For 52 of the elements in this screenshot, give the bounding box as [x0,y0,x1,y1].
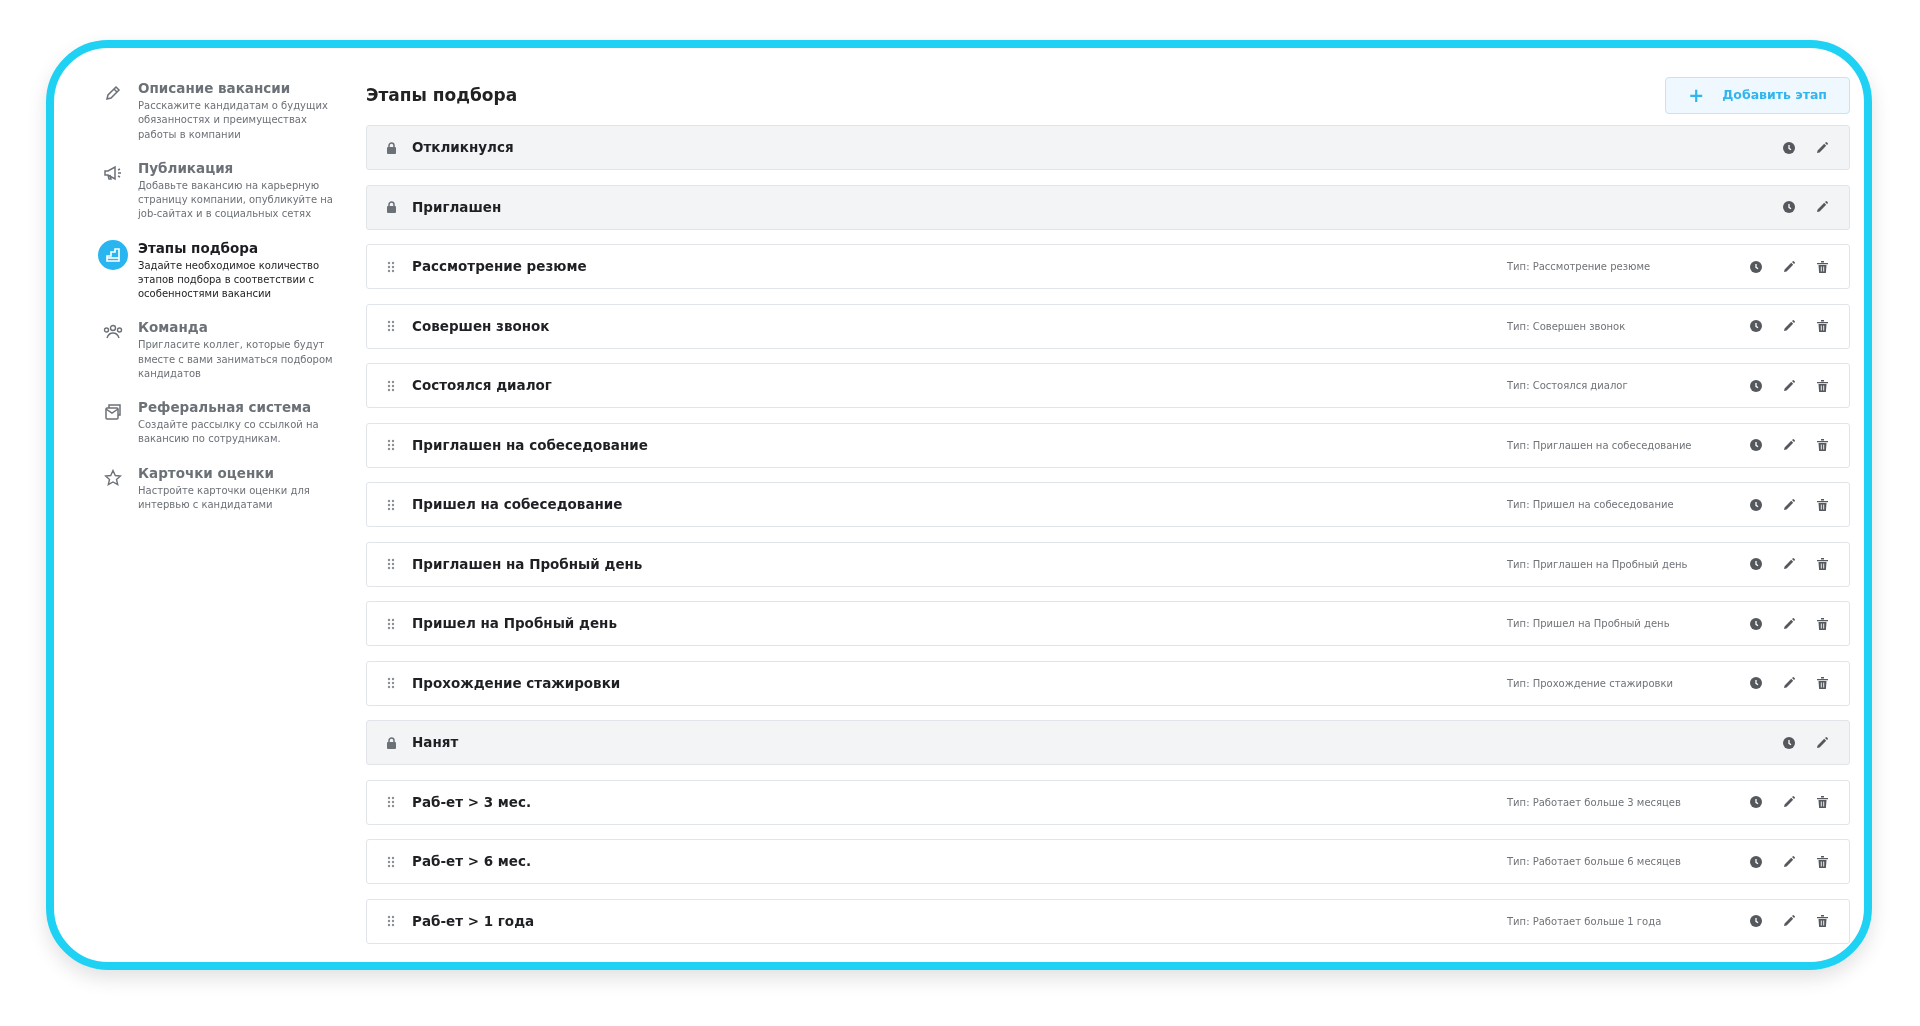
sidebar-item-description: Пригласите коллег, которые будут вместе с вами заниматься подбором кандидатов [138,338,334,381]
sidebar-item-title: Этапы подбора [138,239,260,256]
page-title: Этапы подбора [366,84,518,106]
clock-icon[interactable] [1747,317,1765,335]
sidebar-item-title: Команда [138,319,209,336]
sidebar-item-title: Реферальная система [138,399,313,416]
sidebar-item-description: Добавьте вакансию на карьерную страницу компании, опубликуйте на job-сайтах и в социальных сетях [138,178,334,222]
sidebar-item[interactable]: Команда Пригласите коллег, которые будут вместе с вами заниматься подбором кандидатов [100,319,340,381]
stage-name: Пришел на Пробный день [412,614,618,634]
clock-icon[interactable] [1747,555,1765,573]
sidebar-item[interactable]: Этапы подбора Задайте необходимое количество этапов подбора в соответствии с особенностями вакансии [100,239,340,302]
clock-icon[interactable] [1747,436,1765,454]
clock-icon[interactable] [1747,674,1765,692]
stage-type: Тип: Состоялся диалог [1507,379,1629,393]
stage-type: Тип: Пришел на собеседование [1507,498,1675,512]
stage-name: Рассмотрение резюме [412,257,588,277]
sidebar-item-description: Задайте необходимое количество этапов подбора в соответствии с особенностями вакансии [138,258,321,302]
stage-name: Пришел на собеседование [412,495,624,515]
stage-name: Прохождение стажировки [412,673,622,693]
sidebar-item[interactable]: Карточки оценки Настройте карточки оценки для интервью с кандидатами [100,464,340,513]
stage-name: Приглашен [412,197,503,217]
sidebar-item[interactable]: Реферальная система Создайте рассылку со ссылкой на вакансию по сотрудникам. [100,399,340,447]
stage-name: Приглашен на Пробный день [412,554,644,574]
sidebar-item-title: Публикация [138,159,235,176]
sidebar-item[interactable]: Описание вакансии Расскажите кандидатам о будущих обязанностях и преимуществах работы в компании [100,80,340,142]
sidebar-item-description: Расскажите кандидатам о будущих обязанностях и преимуществах работы в компании [138,99,329,142]
sidebar-item-title: Описание вакансии [138,80,292,97]
clock-icon[interactable] [1747,793,1765,811]
stage-type: Тип: Прохождение стажировки [1507,676,1674,691]
stage-name: Раб-ет > 3 мес. [412,792,533,812]
stage-type: Тип: Приглашен на собеседование [1507,438,1693,453]
sidebar-item[interactable]: Публикация Добавьте вакансию на карьерную страницу компании, опубликуйте на job-сайтах и в социальных сетях [100,159,340,222]
stage-name: Нанят [412,733,460,753]
clock-icon[interactable] [1780,198,1798,216]
stage-type: Тип: Пришел на Пробный день [1507,617,1671,631]
stage-type: Тип: Совершен звонок [1507,319,1627,334]
stage-type: Тип: Рассмотрение резюме [1507,260,1652,274]
stage-type: Тип: Приглашен на Пробный день [1507,557,1689,572]
stage-name: Приглашен на собеседование [412,435,649,455]
stage-name: Откликнулся [412,138,515,158]
stage-name: Раб-ет > 6 мес. [412,852,533,872]
stage-name: Раб-ет > 1 года [412,911,536,931]
sidebar-item-title: Карточки оценки [138,464,275,481]
clock-icon[interactable] [1747,912,1765,930]
stage-type: Тип: Работает больше 1 года [1507,914,1663,929]
stage-name: Совершен звонок [412,316,551,336]
sidebar-item-description: Создайте рассылку со ссылкой на вакансию по сотрудникам. [138,418,320,447]
sidebar-item-description: Настройте карточки оценки для интервью с кандидатами [138,483,311,512]
stage-type: Тип: Работает больше 3 месяцев [1507,795,1682,810]
stage-type: Тип: Работает больше 6 месяцев [1507,855,1682,869]
stage-name: Состоялся диалог [412,376,553,396]
step-badge-stairs-icon [98,239,128,270]
